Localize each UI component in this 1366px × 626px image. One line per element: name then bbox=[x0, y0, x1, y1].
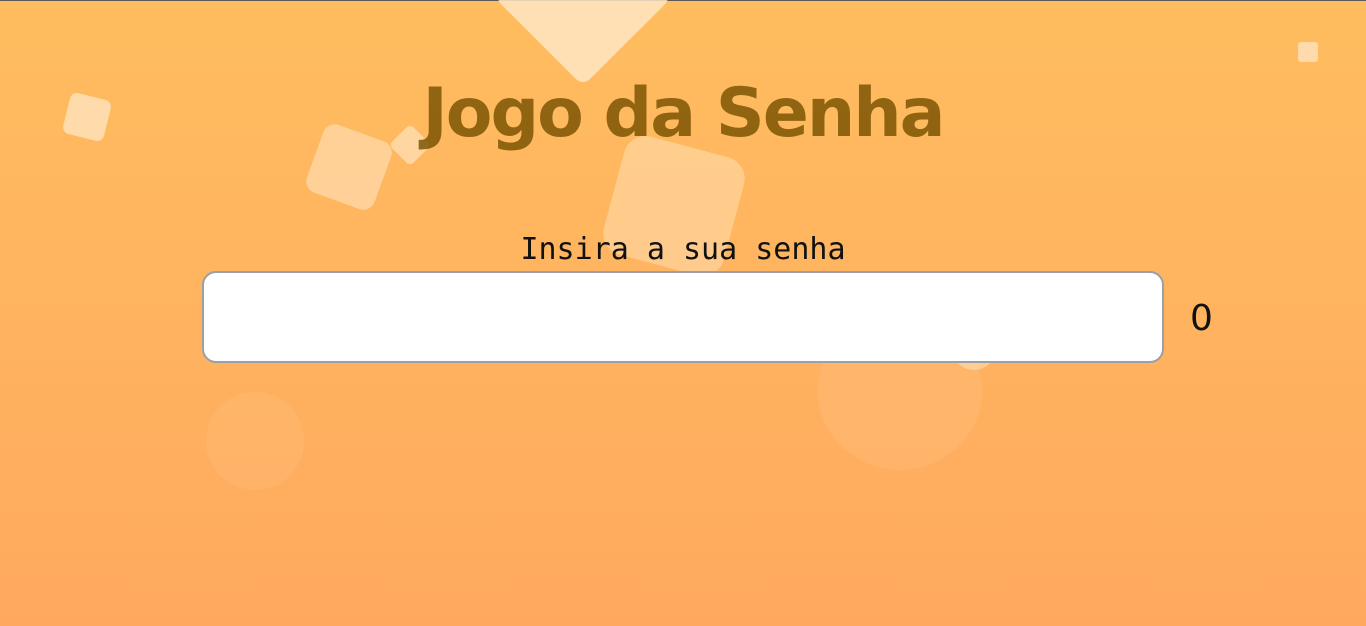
password-input[interactable] bbox=[202, 271, 1164, 363]
password-length-counter: 0 bbox=[1190, 298, 1213, 339]
decorative-square bbox=[1298, 42, 1318, 62]
decorative-circle bbox=[206, 392, 304, 490]
page-title: Jogo da Senha bbox=[422, 74, 945, 153]
password-label: Insira a sua senha bbox=[520, 232, 846, 267]
window-top-border bbox=[0, 0, 1366, 1]
